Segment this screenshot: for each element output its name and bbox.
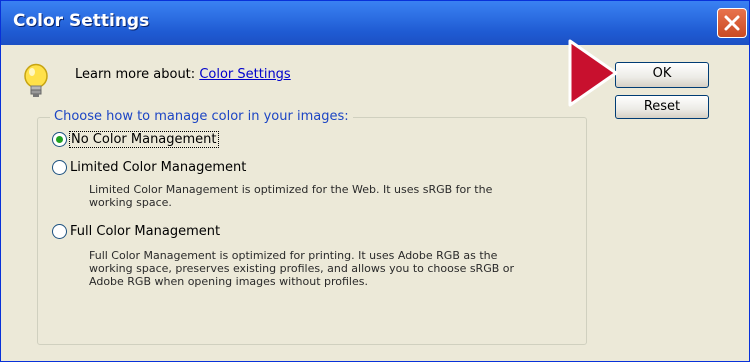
option-label: No Color Management bbox=[69, 131, 219, 148]
full-color-management-option[interactable]: Full Color Management bbox=[52, 224, 220, 239]
description-line: Full Color Management is optimized for p… bbox=[89, 249, 498, 262]
reset-button[interactable]: Reset bbox=[615, 95, 709, 119]
description-line: Limited Color Management is optimized fo… bbox=[89, 183, 493, 196]
no-color-management-option[interactable]: No Color Management bbox=[52, 131, 219, 148]
option-label: Limited Color Management bbox=[70, 160, 247, 175]
group-legend: Choose how to manage color in your image… bbox=[50, 109, 353, 124]
lightbulb-icon bbox=[24, 63, 48, 97]
radio-no-color-management[interactable] bbox=[52, 132, 67, 147]
window-title: Color Settings bbox=[13, 11, 150, 31]
color-settings-link[interactable]: Color Settings bbox=[199, 67, 290, 82]
description-line: Adobe RGB when opening images without pr… bbox=[89, 275, 368, 288]
radio-full-color-management[interactable] bbox=[52, 224, 67, 239]
close-icon bbox=[724, 15, 740, 31]
learn-more-prefix: Learn more about: bbox=[75, 67, 196, 82]
learn-more-text: Learn more about: Color Settings bbox=[75, 67, 291, 82]
limited-color-management-option[interactable]: Limited Color Management bbox=[52, 160, 246, 175]
limited-description: Limited Color Management is optimized fo… bbox=[89, 183, 549, 209]
pointer-arrow-icon bbox=[568, 39, 618, 107]
description-line: working space. bbox=[89, 196, 172, 209]
description-line: working space, preserves existing profil… bbox=[89, 262, 515, 275]
radio-limited-color-management[interactable] bbox=[52, 160, 67, 175]
color-management-group: Choose how to manage color in your image… bbox=[37, 109, 587, 345]
full-description: Full Color Management is optimized for p… bbox=[89, 249, 549, 288]
option-label: Full Color Management bbox=[70, 224, 221, 239]
ok-button[interactable]: OK bbox=[615, 62, 709, 88]
title-bar[interactable]: Color Settings bbox=[1, 1, 749, 45]
color-settings-dialog: Color Settings Learn more about: Color S… bbox=[0, 0, 750, 362]
close-button[interactable] bbox=[717, 8, 747, 38]
dialog-body: Learn more about: Color Settings OK Rese… bbox=[1, 45, 749, 361]
